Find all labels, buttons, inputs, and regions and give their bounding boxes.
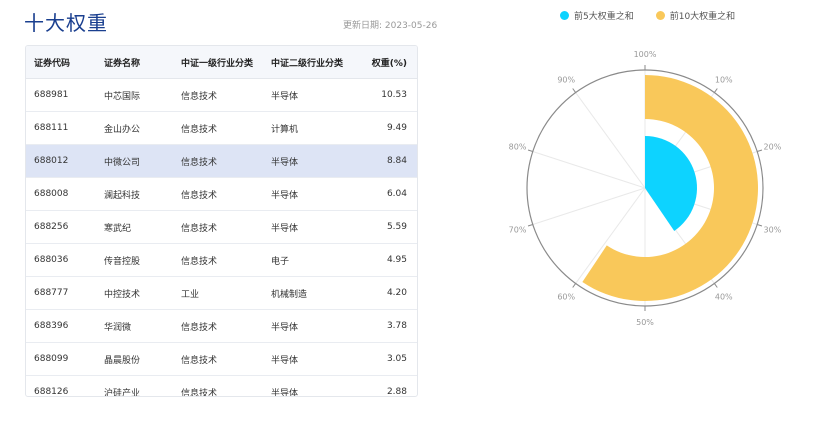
cell-code: 688777 <box>34 288 69 298</box>
table-row[interactable]: 688111 金山办公 信息技术 计算机 9.49 <box>26 112 417 145</box>
angle-tick <box>572 283 577 288</box>
cell-name: 中微公司 <box>104 157 141 168</box>
cell-level1-industry: 信息技术 <box>181 322 218 333</box>
cell-level2-industry: 半导体 <box>271 190 299 201</box>
angle-tick <box>757 149 763 153</box>
cell-weight: 10.53 <box>381 90 407 100</box>
cell-code: 688126 <box>34 387 69 397</box>
top-holdings-table: 证券代码 证券名称 中证一级行业分类 中证二级行业分类 权重(%) 688981… <box>25 45 418 397</box>
legend-dot-top10 <box>655 11 665 20</box>
cell-level1-industry: 信息技术 <box>181 256 218 267</box>
cell-name: 寒武纪 <box>104 223 132 234</box>
cell-name: 澜起科技 <box>104 190 141 201</box>
cell-level2-industry: 半导体 <box>271 157 299 168</box>
legend-label-top10: 前10大权重之和 <box>669 12 736 22</box>
cell-level2-industry: 计算机 <box>271 124 299 135</box>
legend-dot-top5 <box>560 11 569 20</box>
legend-item-top10[interactable]: 前10大权重之和 <box>655 9 736 22</box>
cell-level1-industry: 信息技术 <box>181 355 218 366</box>
angle-tick-label: 60% <box>557 292 575 301</box>
cell-code: 688012 <box>34 156 69 166</box>
header-weight: 权重(%) <box>371 58 407 69</box>
cell-code: 688036 <box>34 255 69 265</box>
cell-level1-industry: 工业 <box>181 289 200 300</box>
cell-level2-industry: 半导体 <box>271 322 299 333</box>
angle-tick-label: 100% <box>634 50 657 59</box>
cell-name: 沪硅产业 <box>104 388 141 397</box>
angle-tick-label: 50% <box>636 318 654 327</box>
angle-tick <box>527 223 533 227</box>
cell-code: 688256 <box>34 222 69 232</box>
cell-level1-industry: 信息技术 <box>181 223 218 234</box>
angle-tick-label: 90% <box>557 76 575 85</box>
cell-weight: 6.04 <box>386 189 407 199</box>
cell-code: 688099 <box>34 354 69 364</box>
cell-weight: 5.59 <box>386 222 407 232</box>
cell-name: 中芯国际 <box>104 91 141 102</box>
angle-tick <box>757 223 763 227</box>
cell-name: 晶晨股份 <box>104 355 141 366</box>
cell-level1-industry: 信息技术 <box>181 91 218 102</box>
cell-level1-industry: 信息技术 <box>181 124 218 135</box>
table-row[interactable]: 688396 华润微 信息技术 半导体 3.78 <box>26 310 417 343</box>
cell-level1-industry: 信息技术 <box>181 157 218 168</box>
cell-weight: 4.95 <box>386 255 407 265</box>
angle-tick-label: 70% <box>509 225 527 234</box>
cell-weight: 2.88 <box>386 387 407 397</box>
cell-code: 688396 <box>34 321 69 331</box>
table-row[interactable]: 688008 澜起科技 信息技术 半导体 6.04 <box>26 178 417 211</box>
cell-code: 688008 <box>34 189 69 199</box>
angle-tick <box>713 283 718 288</box>
cell-level1-industry: 信息技术 <box>181 190 218 201</box>
table-header-row: 证券代码 证券名称 中证一级行业分类 中证二级行业分类 权重(%) <box>26 46 417 79</box>
table-row[interactable]: 688981 中芯国际 信息技术 半导体 10.53 <box>26 79 417 112</box>
page-title: 十大权重 <box>24 11 108 35</box>
cell-level2-industry: 机械制造 <box>271 289 308 300</box>
cell-level2-industry: 半导体 <box>271 388 299 397</box>
angle-tick-label: 10% <box>715 76 733 85</box>
table-row[interactable]: 688126 沪硅产业 信息技术 半导体 2.88 <box>26 376 417 397</box>
angle-tick-label: 30% <box>764 225 782 234</box>
cell-weight: 3.78 <box>386 321 407 331</box>
radial-grid-line <box>532 187 646 225</box>
radial-grid-line <box>532 151 646 189</box>
legend-label-top5: 前5大权重之和 <box>574 12 634 22</box>
cell-code: 688981 <box>34 90 69 100</box>
cell-name: 中控技术 <box>104 289 141 300</box>
cell-level2-industry: 半导体 <box>271 223 299 234</box>
angle-tick <box>713 88 718 93</box>
table-row[interactable]: 688777 中控技术 工业 机械制造 4.20 <box>26 277 417 310</box>
header-level2-industry: 中证二级行业分类 <box>271 58 344 69</box>
cell-level1-industry: 信息技术 <box>181 388 218 397</box>
cell-code: 688111 <box>34 123 69 133</box>
radial-grid-line <box>575 92 646 189</box>
cell-name: 金山办公 <box>104 124 141 135</box>
header-level1-industry: 中证一级行业分类 <box>181 58 254 69</box>
cell-weight: 9.49 <box>386 123 407 133</box>
chart-legend: 前5大权重之和 前10大权重之和 <box>560 9 757 22</box>
angle-tick-label: 40% <box>715 292 733 301</box>
angle-tick-label: 20% <box>764 143 782 152</box>
cell-name: 传音控股 <box>104 256 141 267</box>
legend-item-top5[interactable]: 前5大权重之和 <box>560 9 634 22</box>
table-row[interactable]: 688256 寒武纪 信息技术 半导体 5.59 <box>26 211 417 244</box>
cell-level2-industry: 电子 <box>271 256 290 267</box>
table-row[interactable]: 688012 中微公司 信息技术 半导体 8.84 <box>26 145 417 178</box>
table-row[interactable]: 688036 传音控股 信息技术 电子 4.95 <box>26 244 417 277</box>
angle-tick <box>572 88 577 93</box>
header-code: 证券代码 <box>34 58 71 69</box>
cell-name: 华润微 <box>104 322 132 333</box>
angle-tick-label: 80% <box>509 143 527 152</box>
bar-top5 <box>645 136 697 231</box>
cell-weight: 3.05 <box>386 354 407 364</box>
update-date: 更新日期: 2023-05-26 <box>343 21 438 31</box>
cell-level2-industry: 半导体 <box>271 355 299 366</box>
cell-weight: 8.84 <box>386 156 407 166</box>
polar-weight-chart: 100% 10% 20% 30% 40% 50% 60% 70% 80% 90% <box>509 50 782 327</box>
cell-level2-industry: 半导体 <box>271 91 299 102</box>
cell-weight: 4.20 <box>386 288 407 298</box>
header-name: 证券名称 <box>104 58 141 69</box>
table-row[interactable]: 688099 晶晨股份 信息技术 半导体 3.05 <box>26 343 417 376</box>
angle-tick <box>527 149 533 153</box>
